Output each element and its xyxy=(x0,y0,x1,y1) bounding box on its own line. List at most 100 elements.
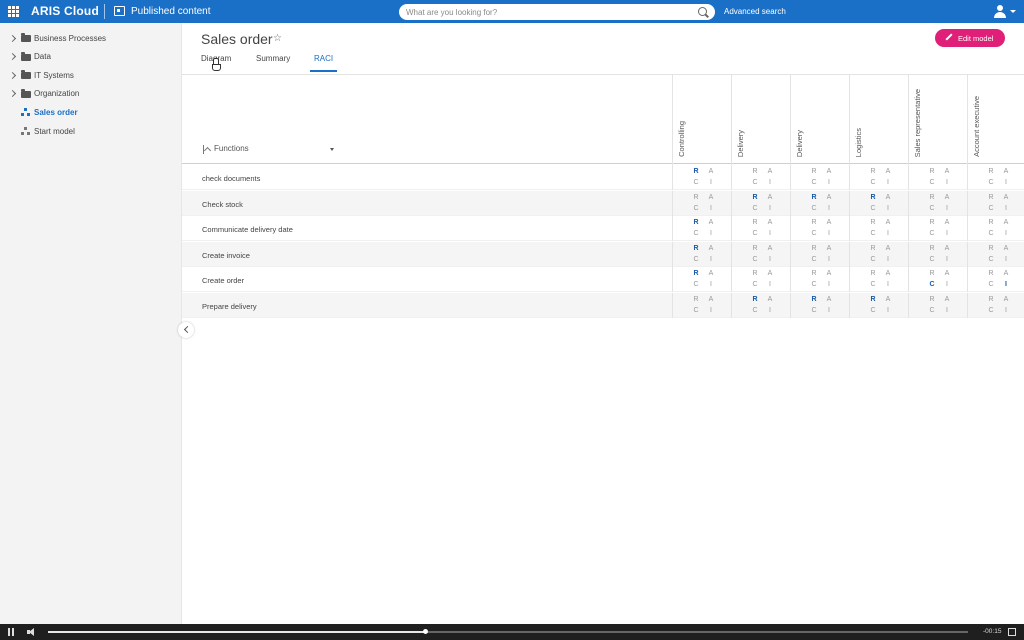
raci-letter[interactable]: C xyxy=(811,281,817,288)
raci-letter[interactable]: R xyxy=(988,219,994,226)
raci-letter[interactable]: R xyxy=(929,245,935,252)
raci-letter[interactable]: C xyxy=(693,230,699,237)
raci-letter[interactable]: C xyxy=(811,179,817,186)
raci-letter[interactable]: R xyxy=(870,270,876,277)
raci-letter[interactable]: C xyxy=(988,256,994,263)
raci-letter[interactable]: I xyxy=(944,256,950,263)
raci-letter[interactable]: R xyxy=(752,270,758,277)
raci-letter[interactable]: R xyxy=(752,168,758,175)
pause-icon[interactable] xyxy=(8,628,15,636)
raci-letter[interactable]: R xyxy=(811,296,817,303)
raci-letter[interactable]: A xyxy=(944,194,950,201)
video-progress-handle[interactable] xyxy=(423,629,429,634)
search-box[interactable] xyxy=(399,4,715,20)
raci-letter[interactable]: I xyxy=(767,205,773,212)
raci-letter[interactable]: A xyxy=(708,168,714,175)
raci-letter[interactable]: A xyxy=(708,219,714,226)
raci-letter[interactable]: I xyxy=(885,205,891,212)
raci-letter[interactable]: R xyxy=(811,219,817,226)
raci-letter[interactable]: C xyxy=(929,205,935,212)
raci-letter[interactable]: C xyxy=(870,307,876,314)
raci-letter[interactable]: I xyxy=(1003,205,1009,212)
raci-letter[interactable]: C xyxy=(693,179,699,186)
raci-letter[interactable]: A xyxy=(944,168,950,175)
function-name[interactable]: Communicate delivery date xyxy=(202,225,293,234)
function-name[interactable]: check documents xyxy=(202,174,260,183)
raci-letter[interactable]: I xyxy=(767,281,773,288)
collapse-sidebar-button[interactable] xyxy=(178,322,194,338)
raci-letter[interactable]: A xyxy=(826,219,832,226)
raci-letter[interactable]: R xyxy=(929,219,935,226)
star-icon[interactable]: ☆ xyxy=(273,33,282,44)
search-icon[interactable] xyxy=(698,7,707,16)
raci-letter[interactable]: R xyxy=(988,245,994,252)
function-name[interactable]: Check stock xyxy=(202,200,243,209)
raci-letter[interactable]: R xyxy=(693,296,699,303)
function-name[interactable]: Create invoice xyxy=(202,251,250,260)
chevron-right-icon[interactable] xyxy=(8,34,17,42)
raci-letter[interactable]: C xyxy=(811,205,817,212)
raci-letter[interactable]: C xyxy=(988,281,994,288)
raci-letter[interactable]: I xyxy=(885,281,891,288)
raci-letter[interactable]: C xyxy=(929,230,935,237)
raci-letter[interactable]: I xyxy=(826,179,832,186)
app-launcher-icon[interactable] xyxy=(8,6,19,17)
raci-letter[interactable]: A xyxy=(826,296,832,303)
functions-header[interactable]: Functions xyxy=(214,144,249,153)
raci-letter[interactable]: I xyxy=(1003,281,1009,288)
raci-letter[interactable]: C xyxy=(870,256,876,263)
raci-letter[interactable]: I xyxy=(885,230,891,237)
raci-letter[interactable]: R xyxy=(693,168,699,175)
raci-letter[interactable]: I xyxy=(826,230,832,237)
raci-letter[interactable]: I xyxy=(944,205,950,212)
raci-letter[interactable]: A xyxy=(767,168,773,175)
raci-letter[interactable]: A xyxy=(826,168,832,175)
raci-letter[interactable]: C xyxy=(752,179,758,186)
chevron-right-icon[interactable] xyxy=(8,71,17,79)
chevron-right-icon[interactable] xyxy=(8,90,17,98)
raci-letter[interactable]: A xyxy=(885,296,891,303)
raci-letter[interactable]: A xyxy=(885,168,891,175)
raci-letter[interactable]: R xyxy=(811,245,817,252)
sidebar-item[interactable]: Data xyxy=(0,48,182,66)
sort-icon[interactable] xyxy=(202,145,210,154)
raci-letter[interactable]: C xyxy=(870,230,876,237)
raci-letter[interactable]: A xyxy=(826,270,832,277)
raci-letter[interactable]: C xyxy=(870,205,876,212)
raci-letter[interactable]: R xyxy=(811,194,817,201)
raci-letter[interactable]: I xyxy=(885,179,891,186)
raci-letter[interactable]: C xyxy=(693,281,699,288)
raci-letter[interactable]: I xyxy=(826,281,832,288)
raci-letter[interactable]: C xyxy=(929,256,935,263)
sidebar-item[interactable]: IT Systems xyxy=(0,66,182,84)
video-progress-bar[interactable] xyxy=(48,629,968,634)
raci-letter[interactable]: A xyxy=(944,245,950,252)
raci-letter[interactable]: R xyxy=(988,194,994,201)
advanced-search-link[interactable]: Advanced search xyxy=(724,7,786,16)
chevron-down-icon[interactable] xyxy=(1010,10,1016,13)
raci-letter[interactable]: A xyxy=(1003,270,1009,277)
raci-letter[interactable]: C xyxy=(693,307,699,314)
raci-letter[interactable]: I xyxy=(708,179,714,186)
raci-letter[interactable]: I xyxy=(708,307,714,314)
sidebar-item[interactable]: Organization xyxy=(0,85,182,103)
raci-letter[interactable]: A xyxy=(767,270,773,277)
raci-letter[interactable]: A xyxy=(1003,245,1009,252)
raci-letter[interactable]: I xyxy=(767,230,773,237)
raci-letter[interactable]: A xyxy=(708,296,714,303)
raci-letter[interactable]: R xyxy=(693,194,699,201)
raci-letter[interactable]: A xyxy=(885,245,891,252)
raci-letter[interactable]: I xyxy=(944,179,950,186)
raci-letter[interactable]: C xyxy=(929,179,935,186)
raci-letter[interactable]: R xyxy=(870,296,876,303)
raci-letter[interactable]: C xyxy=(752,205,758,212)
raci-letter[interactable]: C xyxy=(988,205,994,212)
raci-letter[interactable]: R xyxy=(752,296,758,303)
raci-letter[interactable]: R xyxy=(811,270,817,277)
raci-letter[interactable]: A xyxy=(767,245,773,252)
raci-letter[interactable]: R xyxy=(693,245,699,252)
raci-letter[interactable]: A xyxy=(1003,296,1009,303)
volume-icon[interactable] xyxy=(27,628,37,636)
raci-letter[interactable]: I xyxy=(944,307,950,314)
chevron-right-icon[interactable] xyxy=(8,53,17,61)
